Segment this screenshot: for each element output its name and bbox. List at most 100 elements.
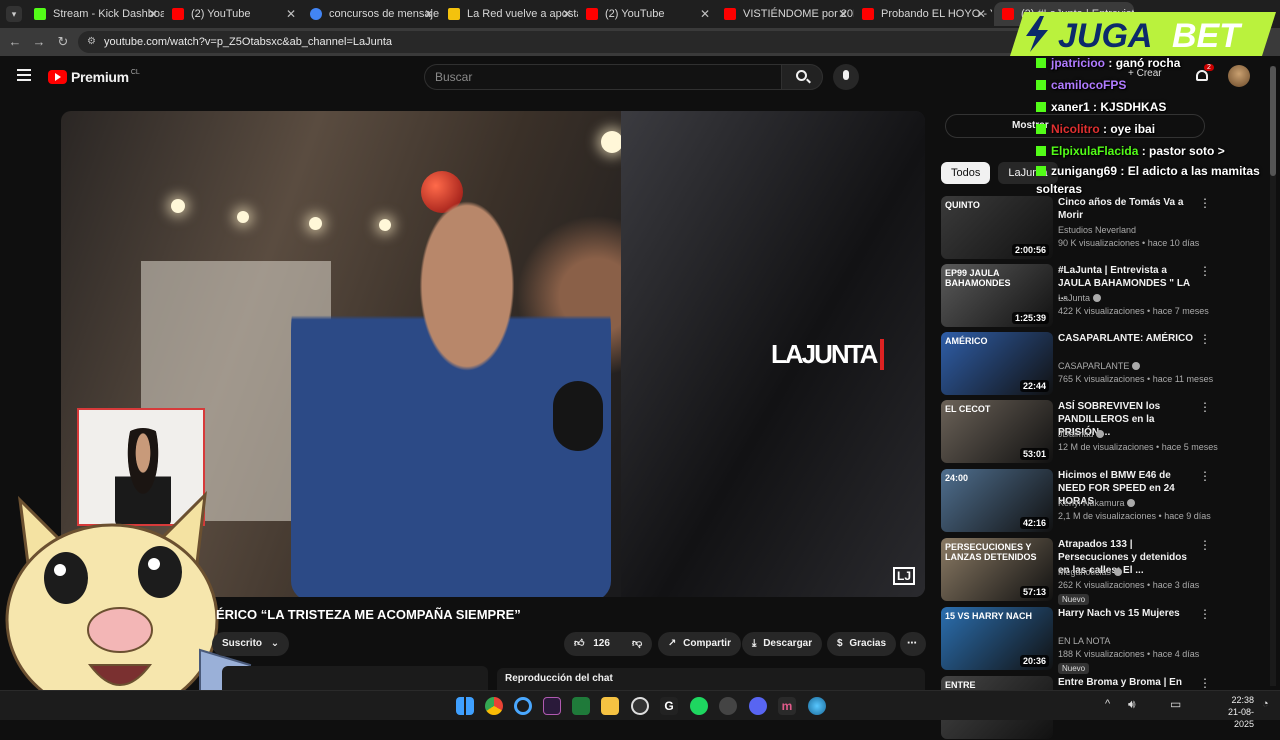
browser-tab[interactable]: VISTIÉNDOME por 20MIL✕ (716, 2, 854, 26)
bokeh-light (237, 211, 249, 223)
youtube-logo[interactable]: Premium CL (48, 69, 140, 85)
share-icon: ↗ (668, 638, 677, 649)
browser-tab[interactable]: concursos de mensaje de✕ (302, 2, 440, 26)
app-g-icon[interactable]: G (660, 697, 678, 715)
app-globe-icon[interactable] (808, 697, 826, 715)
browser-tab[interactable]: (2) YouTube ✕ (578, 2, 716, 26)
browser-tab[interactable]: (2) YouTube ✕ (164, 2, 302, 26)
video-thumbnail[interactable]: EP99 JAULA BAHAMONDES 1:25:39 (941, 264, 1053, 327)
tray-chevron-icon[interactable]: ^ (1105, 698, 1110, 710)
video-thumbnail[interactable]: QUINTO 2:00:56 (941, 196, 1053, 259)
back-icon[interactable]: ← (6, 33, 24, 51)
system-clock[interactable]: 22:38 21-08-2025 (1208, 694, 1254, 730)
recommendation-item[interactable]: QUINTO 2:00:56 Cinco años de Tomás Va a Mo… (941, 196, 1261, 260)
new-badge: Nuevo (1058, 594, 1090, 605)
thanks-button[interactable]: $ Gracias (827, 632, 897, 656)
close-tab-icon[interactable]: ✕ (976, 7, 986, 21)
search-input[interactable]: Buscar (424, 64, 782, 90)
app-m-icon[interactable]: m (778, 697, 796, 715)
volume-icon[interactable]: 🔊︎ (1128, 697, 1136, 712)
app-dark-icon[interactable] (719, 697, 737, 715)
search-button[interactable] (781, 64, 823, 90)
chat-username: ElpixulaFlacida (1051, 144, 1139, 158)
recommendation-item[interactable]: PERSECUCIONES Y LANZAS DETENIDOS 57:13 Atr… (941, 538, 1261, 605)
more-options-icon[interactable]: ⋮ (1199, 676, 1211, 690)
browser-tab[interactable]: Probando EL HOYO - You✕ (854, 2, 992, 26)
video-thumbnail[interactable]: 15 VS HARRY NACH 20:36 (941, 607, 1053, 670)
channel-name[interactable]: JDalmau (1058, 429, 1105, 439)
obs-icon[interactable] (631, 697, 649, 715)
subscribed-button[interactable]: Suscrito ⌄ (212, 632, 290, 656)
channel-name[interactable]: Meganoticias (1058, 567, 1122, 577)
close-tab-icon[interactable]: ✕ (148, 7, 158, 21)
video-thumbnail[interactable]: PERSECUCIONES Y LANZAS DETENIDOS 57:13 (941, 538, 1053, 601)
more-options-icon[interactable]: ⋮ (1199, 264, 1211, 278)
more-options-icon[interactable]: ⋮ (1199, 607, 1211, 621)
site-info-icon[interactable]: ⚙ (87, 31, 96, 53)
video-thumbnail[interactable]: 24:00 42:16 (941, 469, 1053, 532)
channel-name[interactable]: LaJunta (1058, 293, 1101, 303)
description-box[interactable] (222, 666, 488, 690)
spotify-icon[interactable] (690, 697, 708, 715)
discord-icon[interactable] (749, 697, 767, 715)
recommendation-title[interactable]: Cinco años de Tomás Va a Morir (1058, 196, 1198, 222)
network-icon[interactable]: ▭ (1170, 697, 1181, 711)
channel-name[interactable]: CASAPARLANTE (1058, 361, 1140, 371)
chat-replay-panel[interactable]: Reproducción del chat (497, 668, 925, 690)
app-v-icon[interactable] (543, 697, 561, 715)
close-tab-icon[interactable]: ✕ (562, 7, 572, 21)
chrome-icon[interactable] (485, 697, 503, 715)
channel-name[interactable]: EN LA NOTA (1058, 636, 1110, 646)
more-options-icon[interactable]: ⋮ (1199, 196, 1211, 210)
recommendation-item[interactable]: AMÉRICO 22:44 CASAPARLANTE: AMÉRICO CASAPAR… (941, 332, 1261, 396)
app-file-icon[interactable] (572, 697, 590, 715)
close-tab-icon[interactable]: ✕ (286, 7, 296, 21)
share-button[interactable]: ↗ Compartir (658, 632, 741, 656)
recommendation-item[interactable]: EP99 JAULA BAHAMONDES 1:25:39 #LaJunta | E… (941, 264, 1261, 328)
browser-tab[interactable]: La Red vuelve a apostar p✕ (440, 2, 578, 26)
reload-icon[interactable]: ↻ (54, 33, 72, 51)
kick-badge-icon (1036, 58, 1046, 68)
download-button[interactable]: ⤓ Descargar (742, 632, 823, 656)
forward-icon[interactable]: → (30, 33, 48, 51)
dislike-button[interactable]: 👎︎ (624, 632, 652, 656)
chat-message: zunigang69 : El adicto a las mamitas sol… (1036, 164, 1260, 196)
channel-name[interactable]: Kenyi Nakamura (1058, 498, 1136, 508)
windows-start-icon[interactable] (456, 697, 474, 715)
kick-favicon-icon (34, 8, 46, 20)
address-bar[interactable]: ⚙ youtube.com/watch?v=p_Z5Otabsxc&ab_cha… (78, 31, 1068, 53)
close-tab-icon[interactable]: ✕ (424, 7, 434, 21)
channel-name[interactable]: Estudios Neverland (1058, 225, 1136, 235)
close-tab-icon[interactable]: ✕ (700, 7, 710, 21)
recommendation-item[interactable]: 24:00 42:16 Hicimos el BMW E46 de NEED FOR… (941, 469, 1261, 533)
file-explorer-icon[interactable] (601, 697, 619, 715)
menu-icon[interactable] (17, 69, 31, 81)
recommendation-title[interactable]: CASAPARLANTE: AMÉRICO (1058, 332, 1198, 345)
recommendation-item[interactable]: 15 VS HARRY NACH 20:36 Harry Nach vs 15 Mu… (941, 607, 1261, 674)
chat-username: jpatricioo (1051, 56, 1106, 70)
page-scrollbar[interactable] (1270, 66, 1276, 686)
recommendation-title[interactable]: Harry Nach vs 15 Mujeres (1058, 607, 1198, 620)
app-c-icon[interactable] (514, 697, 532, 715)
duration-badge: 42:16 (1019, 517, 1049, 529)
tab-search-icon[interactable]: ▾ (6, 6, 22, 22)
thumbnail-text: PERSECUCIONES Y LANZAS DETENIDOS (945, 542, 1037, 562)
voice-search-button[interactable] (833, 64, 859, 90)
more-options-icon[interactable]: ⋮ (1199, 538, 1211, 552)
more-options-icon[interactable]: ⋮ (1199, 400, 1211, 414)
duration-badge: 53:01 (1019, 448, 1049, 460)
chip-todos[interactable]: Todos (941, 162, 991, 184)
recommendation-item[interactable]: EL CECOT 53:01 ASÍ SOBREVIVEN los PANDILLE… (941, 400, 1261, 464)
more-actions-button[interactable]: ⋯ (900, 632, 926, 656)
more-options-icon[interactable]: ⋮ (1199, 469, 1211, 483)
more-options-icon[interactable]: ⋮ (1199, 332, 1211, 346)
browser-tab[interactable]: Stream - Kick Dashboard ✕ (26, 2, 164, 26)
thumbnail-text: AMÉRICO (945, 336, 988, 346)
video-thumbnail[interactable]: EL CECOT 53:01 (941, 400, 1053, 463)
youtube-favicon-icon (724, 8, 736, 20)
jugabet-logo-graphic: JUGA BET (1010, 12, 1276, 56)
like-button[interactable]: 👍︎ 126 (564, 632, 624, 656)
close-tab-icon[interactable]: ✕ (838, 7, 848, 21)
video-thumbnail[interactable]: AMÉRICO 22:44 (941, 332, 1053, 395)
notification-center-icon[interactable]: ◔ (1262, 698, 1269, 710)
